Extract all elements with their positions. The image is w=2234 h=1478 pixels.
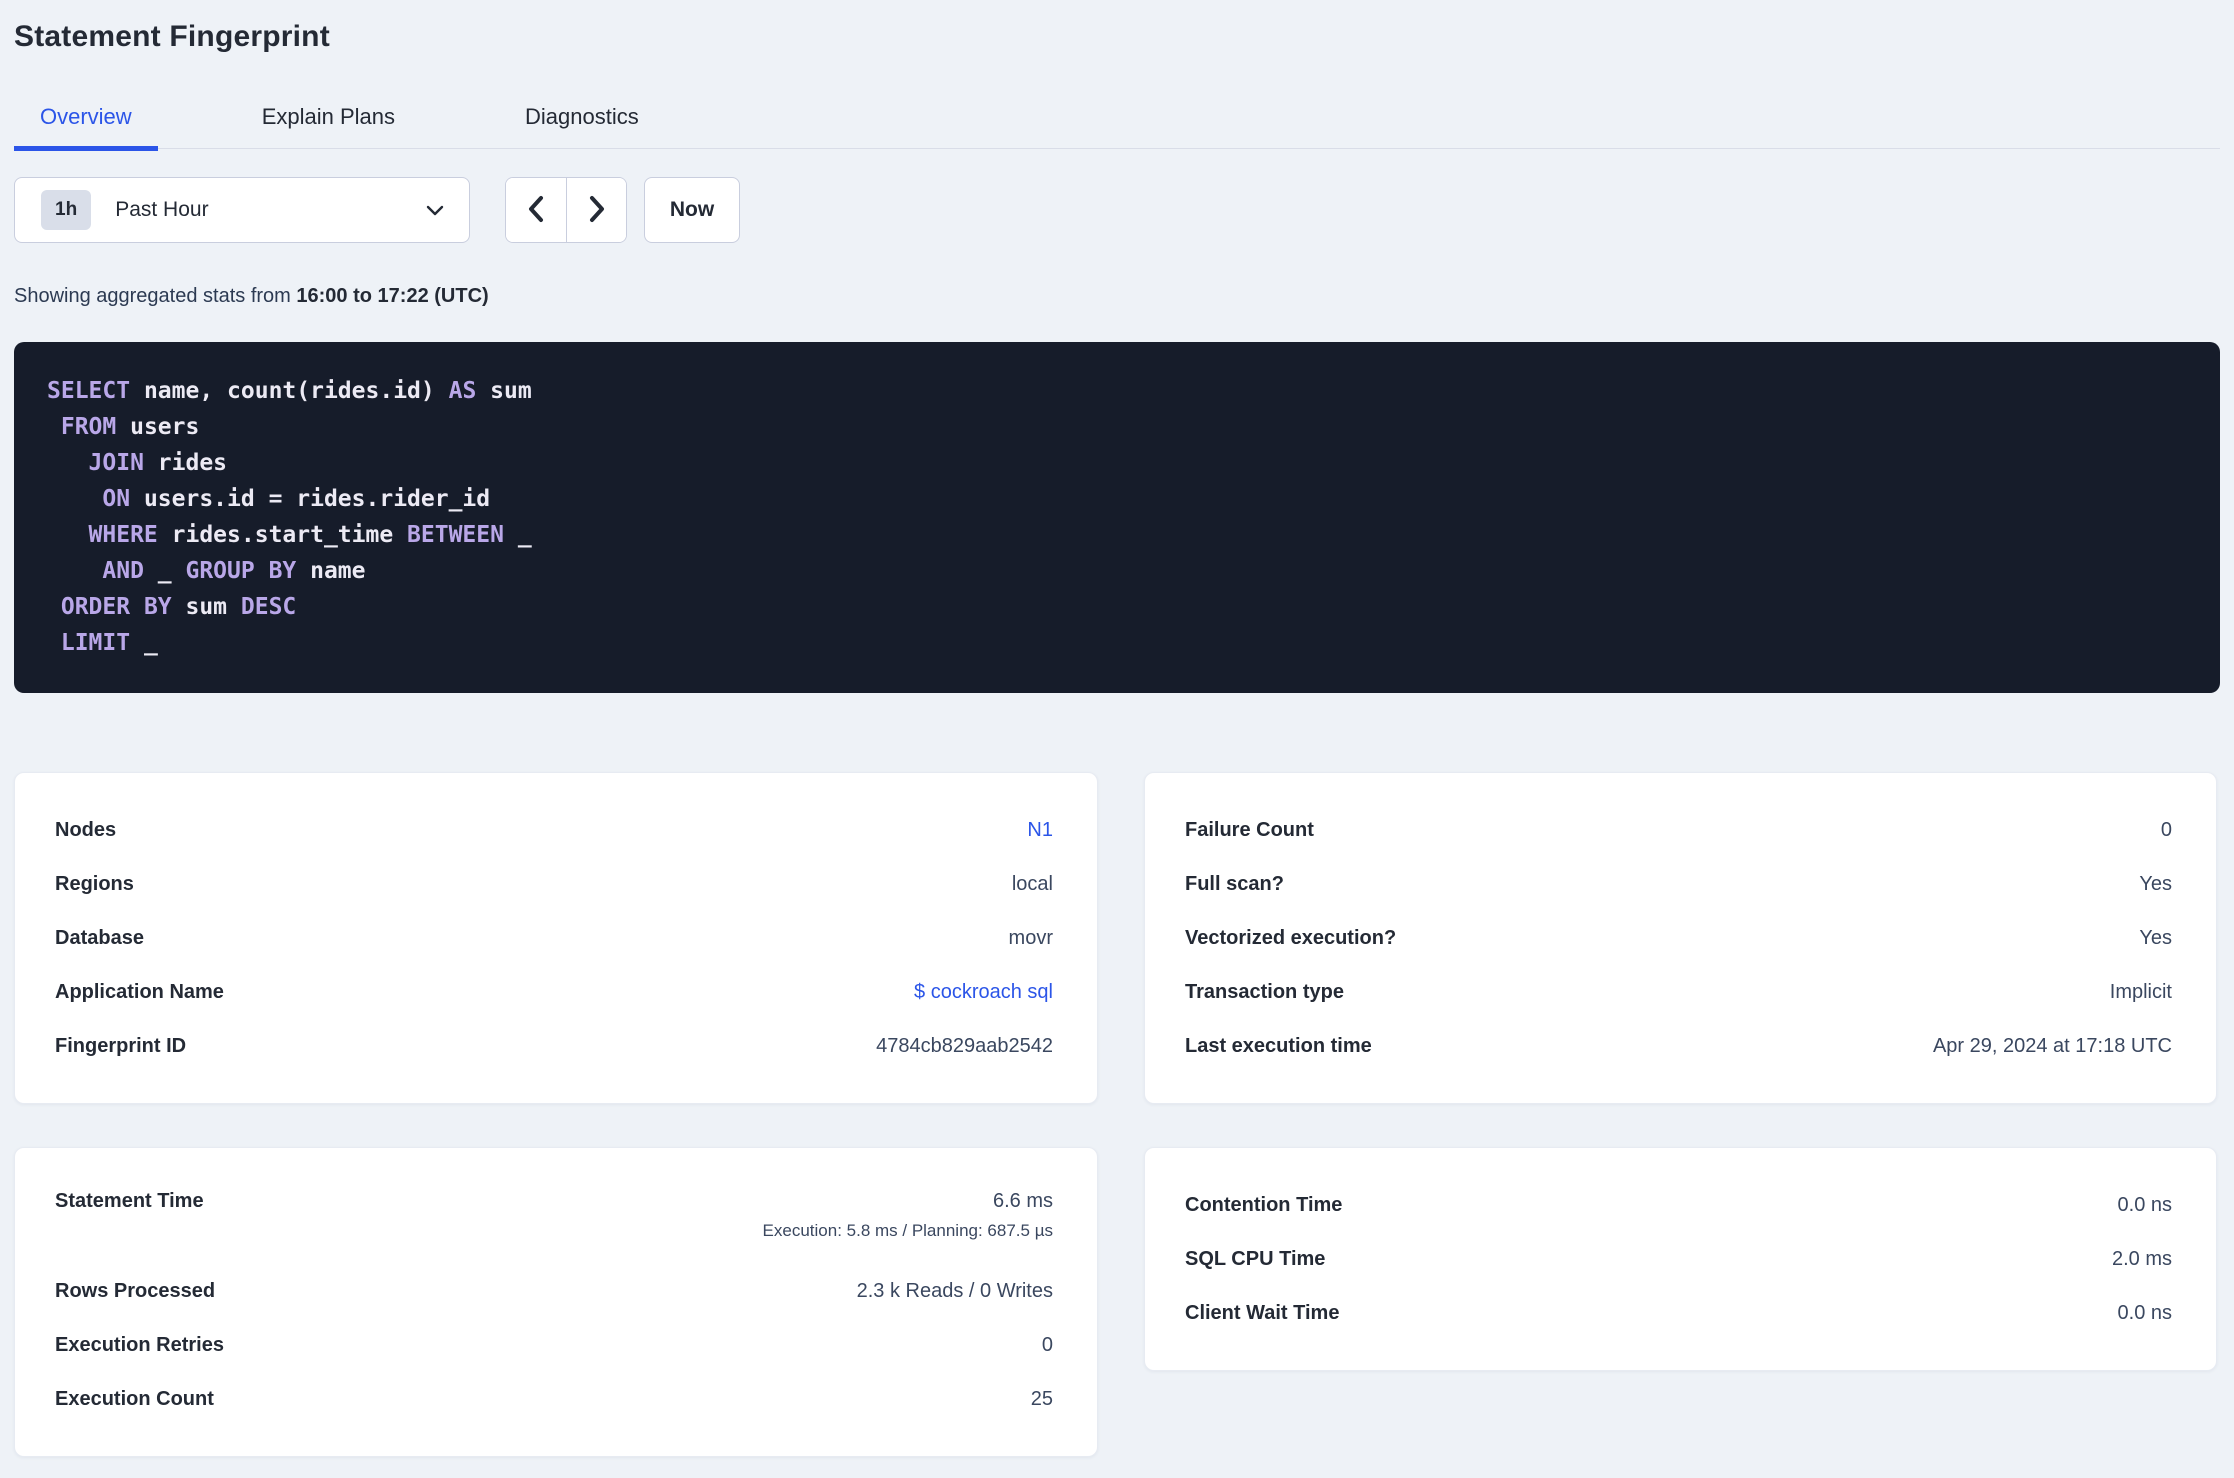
- row-nodes: Nodes N1: [55, 803, 1053, 857]
- row-rows-processed: Rows Processed 2.3 k Reads / 0 Writes: [55, 1264, 1053, 1318]
- aggregation-summary-prefix: Showing aggregated stats from: [14, 285, 297, 307]
- cards-grid: Nodes N1 Regions local Database movr App…: [14, 772, 2220, 1457]
- row-last-execution-time: Last execution time Apr 29, 2024 at 17:1…: [1185, 1019, 2172, 1073]
- stats-card-left: Statement Time 6.6 ms Execution: 5.8 ms …: [14, 1147, 1098, 1457]
- row-value: 25: [1030, 1387, 1053, 1410]
- chevron-left-icon: [527, 195, 545, 226]
- statement-time-breakdown: Execution: 5.8 ms / Planning: 687.5 µs: [762, 1221, 1053, 1240]
- time-toolbar: 1h Past Hour Now: [14, 177, 2220, 243]
- row-label: Regions: [55, 872, 134, 895]
- row-application-name: Application Name $ cockroach sql: [55, 965, 1053, 1019]
- row-contention-time: Contention Time 0.0 ns: [1185, 1178, 2172, 1232]
- application-name-link[interactable]: $ cockroach sql: [914, 981, 1053, 1004]
- row-value: 6.6 ms Execution: 5.8 ms / Planning: 687…: [763, 1190, 1053, 1241]
- statement-fingerprint-page: Statement Fingerprint Overview Explain P…: [0, 20, 2234, 1457]
- time-range-dropdown[interactable]: 1h Past Hour: [14, 177, 470, 243]
- now-button[interactable]: Now: [644, 177, 740, 243]
- sql-box: SELECT name, count(rides.id) AS sum FROM…: [14, 342, 2220, 693]
- row-vectorized-execution: Vectorized execution? Yes: [1185, 911, 2172, 965]
- row-sql-cpu-time: SQL CPU Time 2.0 ms: [1185, 1232, 2172, 1286]
- row-value: 2.3 k Reads / 0 Writes: [856, 1279, 1053, 1302]
- row-label: Failure Count: [1185, 818, 1314, 841]
- row-value: 2.0 ms: [2111, 1247, 2172, 1270]
- row-value: Implicit: [2109, 980, 2172, 1003]
- row-statement-time: Statement Time 6.6 ms Execution: 5.8 ms …: [55, 1178, 1053, 1264]
- time-step-group: [505, 177, 627, 243]
- row-client-wait-time: Client Wait Time 0.0 ns: [1185, 1286, 2172, 1340]
- row-value: 0: [1041, 1333, 1053, 1356]
- row-regions: Regions local: [55, 857, 1053, 911]
- tab-explain-plans[interactable]: Explain Plans: [236, 104, 421, 151]
- row-label: Rows Processed: [55, 1279, 216, 1302]
- row-transaction-type: Transaction type Implicit: [1185, 965, 2172, 1019]
- row-value: movr: [1008, 926, 1053, 949]
- row-label: Last execution time: [1185, 1034, 1372, 1057]
- row-execution-retries: Execution Retries 0: [55, 1318, 1053, 1372]
- row-database: Database movr: [55, 911, 1053, 965]
- row-value: 0: [2160, 818, 2172, 841]
- tab-bar: Overview Explain Plans Diagnostics: [14, 104, 2220, 151]
- row-failure-count: Failure Count 0: [1185, 803, 2172, 857]
- row-label: Full scan?: [1185, 872, 1284, 895]
- row-label: Vectorized execution?: [1185, 926, 1397, 949]
- time-range-label: Past Hour: [115, 198, 209, 221]
- row-label: SQL CPU Time: [1185, 1247, 1326, 1270]
- row-label: Execution Count: [55, 1387, 214, 1410]
- row-label: Database: [55, 926, 144, 949]
- nodes-link[interactable]: N1: [1027, 819, 1053, 842]
- row-fingerprint-id: Fingerprint ID 4784cb829aab2542: [55, 1019, 1053, 1073]
- aggregation-summary: Showing aggregated stats from 16:00 to 1…: [14, 285, 2220, 308]
- stats-card-right: Contention Time 0.0 ns SQL CPU Time 2.0 …: [1144, 1147, 2217, 1371]
- row-value: Yes: [2139, 872, 2172, 895]
- row-label: Transaction type: [1185, 980, 1344, 1003]
- row-value: 0.0 ns: [2117, 1193, 2172, 1216]
- row-value: Apr 29, 2024 at 17:18 UTC: [1932, 1034, 2172, 1057]
- row-value: 4784cb829aab2542: [876, 1034, 1053, 1057]
- row-label: Nodes: [55, 818, 117, 841]
- row-label: Contention Time: [1185, 1193, 1343, 1216]
- time-range-badge: 1h: [41, 190, 92, 230]
- tab-overview[interactable]: Overview: [14, 104, 158, 151]
- row-execution-count: Execution Count 25: [55, 1372, 1053, 1426]
- row-label: Execution Retries: [55, 1333, 224, 1356]
- chevron-down-icon: [425, 203, 445, 217]
- row-label: Fingerprint ID: [55, 1034, 187, 1057]
- details-card-left: Nodes N1 Regions local Database movr App…: [14, 772, 1098, 1104]
- row-value: Yes: [2139, 926, 2172, 949]
- aggregation-summary-range: 16:00 to 17:22 (UTC): [296, 285, 489, 307]
- row-value: local: [1011, 872, 1053, 895]
- next-time-button[interactable]: [566, 178, 626, 242]
- page-title: Statement Fingerprint: [14, 20, 330, 53]
- row-value: 0.0 ns: [2117, 1301, 2172, 1324]
- prev-time-button[interactable]: [506, 178, 566, 242]
- row-label: Statement Time: [55, 1190, 204, 1212]
- row-full-scan: Full scan? Yes: [1185, 857, 2172, 911]
- statement-time-value: 6.6 ms: [992, 1190, 1053, 1212]
- chevron-right-icon: [588, 195, 606, 226]
- row-label: Client Wait Time: [1185, 1301, 1340, 1324]
- tab-diagnostics[interactable]: Diagnostics: [499, 104, 665, 151]
- details-card-right: Failure Count 0 Full scan? Yes Vectorize…: [1144, 772, 2217, 1104]
- row-label: Application Name: [55, 980, 224, 1003]
